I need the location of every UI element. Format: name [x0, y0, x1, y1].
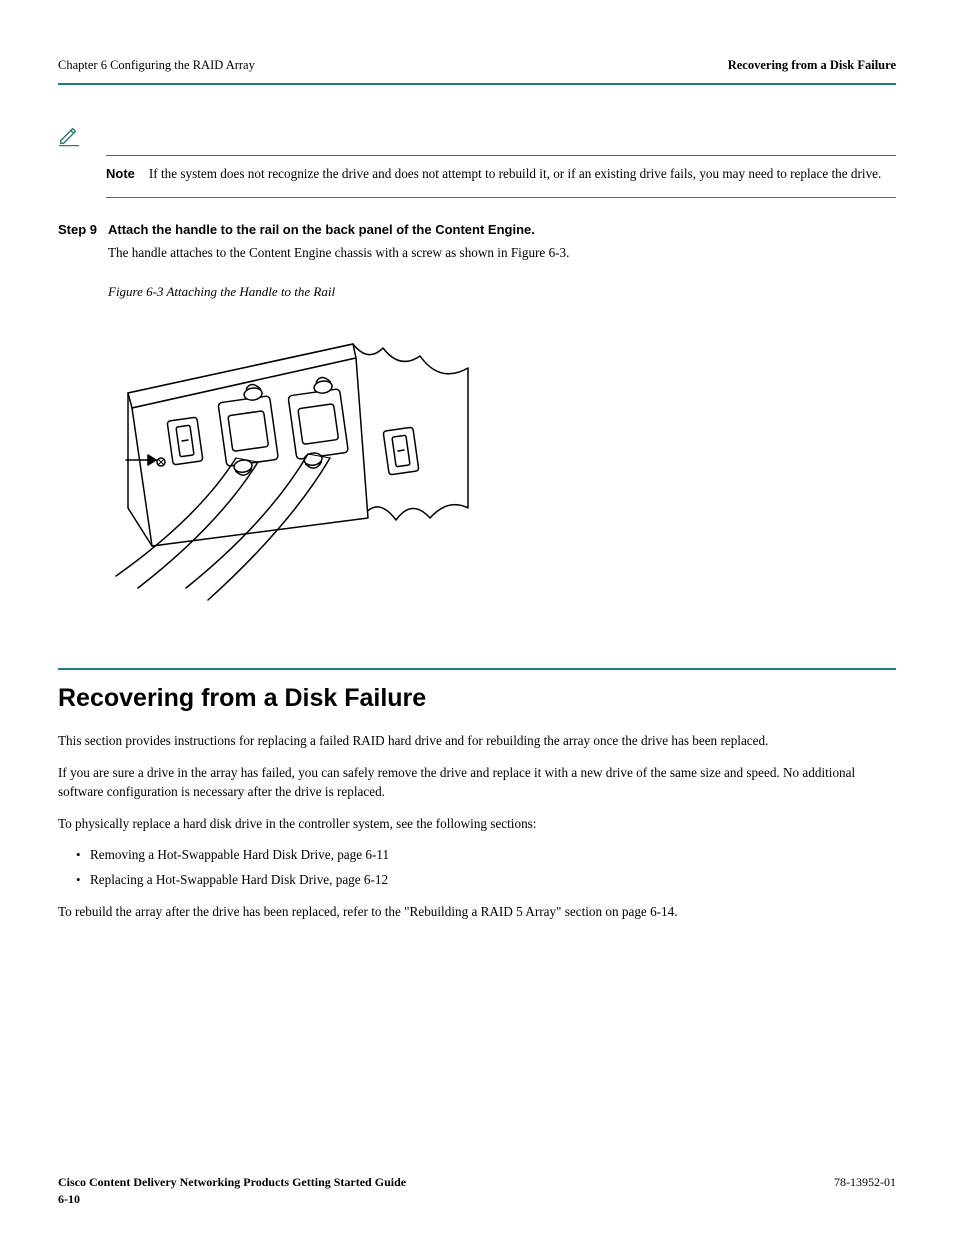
p4-prefix: To rebuild the array after the drive has… [58, 904, 404, 919]
header-section: Recovering from a Disk Failure [728, 58, 896, 73]
section-title: Recovering from a Disk Failure [58, 684, 896, 713]
section-p3: To physically replace a hard disk drive … [58, 814, 896, 834]
note-label: Note [106, 166, 145, 181]
footer: Cisco Content Delivery Networking Produc… [58, 1175, 896, 1207]
figure-6-3 [108, 308, 896, 608]
section-p2: If you are sure a drive in the array has… [58, 763, 896, 802]
p4-link[interactable]: "Rebuilding a RAID 5 Array" section on p… [404, 904, 674, 919]
list-item: Removing a Hot-Swappable Hard Disk Drive… [76, 845, 896, 865]
header-chapter: Chapter 6 Configuring the RAID Array [58, 58, 255, 73]
list-item: Replacing a Hot-Swappable Hard Disk Driv… [76, 870, 896, 890]
step-subtext: The handle attaches to the Content Engin… [108, 243, 896, 262]
header-rule [58, 83, 896, 85]
step-number: Step 9 [58, 222, 108, 237]
section-p4: To rebuild the array after the drive has… [58, 902, 896, 922]
footer-docnum: 78-13952-01 [834, 1175, 896, 1207]
step-9: Step 9 Attach the handle to the rail on … [58, 222, 896, 237]
section-p1: This section provides instructions for r… [58, 731, 896, 751]
footer-title: Cisco Content Delivery Networking Produc… [58, 1175, 406, 1190]
note-block: Note If the system does not recognize th… [58, 125, 896, 198]
note-rule-top [106, 155, 896, 156]
figure-caption: Figure 6-3 Attaching the Handle to the R… [108, 284, 896, 300]
bullet-list: Removing a Hot-Swappable Hard Disk Drive… [76, 845, 896, 890]
step-text: Attach the handle to the rail on the bac… [108, 222, 896, 237]
p4-suffix: . [674, 904, 677, 919]
note-content: Note If the system does not recognize th… [106, 164, 896, 183]
running-header: Chapter 6 Configuring the RAID Array Rec… [58, 58, 896, 73]
pencil-icon [58, 125, 80, 147]
note-rule-bottom [106, 197, 896, 198]
note-body: If the system does not recognize the dri… [149, 166, 881, 181]
page: Chapter 6 Configuring the RAID Array Rec… [0, 0, 954, 922]
footer-page: 6-10 [58, 1192, 406, 1207]
section-rule [58, 668, 896, 670]
